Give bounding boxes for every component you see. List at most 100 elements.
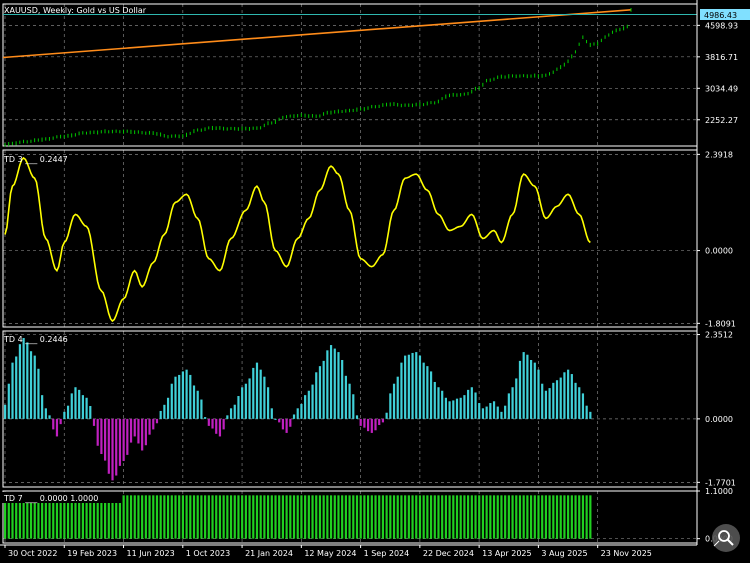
td7-bar[interactable] — [463, 495, 466, 539]
td4-bar[interactable] — [52, 418, 55, 430]
td7-bar[interactable] — [492, 495, 496, 539]
td4-bar[interactable] — [92, 418, 96, 426]
td4-bar[interactable] — [104, 418, 107, 461]
td4-bar[interactable] — [429, 371, 433, 419]
td4-bar[interactable] — [63, 411, 66, 419]
td7-bar[interactable] — [448, 495, 451, 539]
td4-histogram[interactable] — [4, 338, 592, 481]
td4-bar[interactable] — [492, 401, 496, 419]
td4-bar[interactable] — [189, 374, 192, 419]
td4-bar[interactable] — [585, 405, 588, 419]
td7-bar[interactable] — [185, 495, 188, 539]
td4-bar[interactable] — [348, 383, 351, 419]
td7-bar[interactable] — [478, 495, 481, 539]
td7-bar[interactable] — [281, 495, 285, 539]
td4-bar[interactable] — [70, 393, 73, 419]
td7-bar[interactable] — [252, 495, 255, 539]
td7-bar[interactable] — [304, 495, 307, 539]
td7-bar[interactable] — [418, 495, 422, 539]
td4-bar[interactable] — [148, 418, 151, 435]
td7-bar[interactable] — [452, 495, 455, 539]
td4-bar[interactable] — [7, 383, 10, 419]
td4-bar[interactable] — [237, 396, 240, 419]
td7-bar[interactable] — [415, 495, 418, 539]
td4-bar[interactable] — [426, 366, 429, 419]
td7-bar[interactable] — [255, 495, 259, 539]
td4-bar[interactable] — [296, 408, 299, 419]
td4-bar[interactable] — [489, 403, 492, 419]
td4-bar[interactable] — [11, 362, 14, 419]
td4-bar[interactable] — [244, 383, 247, 419]
td4-bar[interactable] — [315, 372, 318, 419]
td4-bar[interactable] — [263, 376, 266, 419]
td4-bar[interactable] — [126, 418, 129, 455]
td7-bar[interactable] — [389, 495, 392, 539]
td7-bar[interactable] — [159, 495, 162, 539]
td7-bar[interactable] — [392, 495, 396, 539]
td4-bar[interactable] — [55, 418, 59, 437]
td7-bar[interactable] — [341, 495, 344, 539]
td7-panel[interactable]: TD 7 ___ 0.0000 1.0000 — [2, 492, 592, 539]
td7-bar[interactable] — [541, 495, 544, 539]
td7-bar[interactable] — [174, 495, 177, 539]
td4-bar[interactable] — [118, 418, 122, 466]
td4-bar[interactable] — [444, 397, 447, 419]
td7-bar[interactable] — [237, 495, 240, 539]
td4-bar[interactable] — [115, 418, 118, 476]
td7-bar[interactable] — [266, 495, 270, 539]
td7-bar[interactable] — [563, 495, 566, 539]
td7-bar[interactable] — [400, 495, 403, 539]
td7-bar[interactable] — [470, 495, 473, 539]
td7-bar[interactable] — [155, 495, 159, 539]
td4-bar[interactable] — [589, 411, 592, 419]
td4-bar[interactable] — [192, 385, 196, 419]
td7-bar[interactable] — [529, 495, 533, 539]
td4-bar[interactable] — [515, 378, 518, 419]
td4-bar[interactable] — [452, 400, 455, 419]
td4-bar[interactable] — [378, 418, 381, 426]
td4-bar[interactable] — [48, 415, 51, 419]
td7-bar[interactable] — [437, 495, 440, 539]
td7-bar[interactable] — [574, 495, 577, 539]
td7-bar[interactable] — [311, 495, 314, 539]
td4-bar[interactable] — [322, 360, 325, 419]
td7-bar[interactable] — [504, 495, 507, 539]
td4-bar[interactable] — [129, 418, 133, 443]
td7-bar[interactable] — [567, 495, 570, 539]
td7-bar[interactable] — [474, 495, 477, 539]
td4-bar[interactable] — [518, 360, 522, 419]
td7-bar[interactable] — [444, 495, 447, 539]
td7-bar[interactable] — [189, 495, 192, 539]
td7-bar[interactable] — [548, 495, 551, 539]
td7-bar[interactable] — [352, 495, 355, 539]
td7-bar[interactable] — [215, 495, 218, 539]
td7-bar[interactable] — [137, 495, 140, 539]
td7-bar[interactable] — [507, 495, 510, 539]
td4-bar[interactable] — [211, 418, 214, 429]
td4-bar[interactable] — [485, 406, 488, 419]
td4-bar[interactable] — [300, 403, 303, 419]
td4-bar[interactable] — [533, 362, 536, 419]
td4-bar[interactable] — [255, 362, 259, 419]
price-candles[interactable] — [4, 8, 632, 147]
td7-bar[interactable] — [307, 495, 310, 539]
td4-bar[interactable] — [281, 418, 285, 430]
td4-bar[interactable] — [159, 410, 162, 419]
td4-bar[interactable] — [178, 374, 181, 419]
td7-bar[interactable] — [318, 495, 322, 539]
td3-panel[interactable]: TD 3 ___ 0.2447 — [3, 155, 591, 323]
td4-bar[interactable] — [507, 393, 510, 419]
td7-bar[interactable] — [211, 495, 214, 539]
chart-canvas[interactable]: XAUUSD, Weekly: Gold vs US Dollar TD 3 _… — [0, 0, 750, 563]
td7-bar[interactable] — [144, 495, 147, 539]
td4-bar[interactable] — [555, 380, 559, 419]
td7-bar[interactable] — [426, 495, 429, 539]
td7-bar[interactable] — [348, 495, 351, 539]
td7-bar[interactable] — [233, 495, 236, 539]
td4-bar[interactable] — [100, 418, 103, 455]
td7-bar[interactable] — [589, 495, 592, 539]
td7-bar[interactable] — [455, 495, 459, 539]
td4-bar[interactable] — [289, 418, 292, 427]
td4-bar[interactable] — [363, 418, 366, 428]
td4-bar[interactable] — [504, 405, 507, 419]
